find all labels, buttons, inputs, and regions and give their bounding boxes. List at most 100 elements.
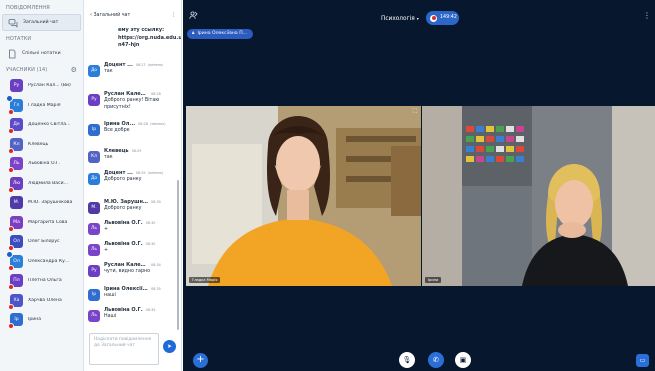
share-webcam-button[interactable]: ▣ [455, 352, 471, 368]
users-icon[interactable] [189, 11, 199, 22]
avatar-initials: Кл [91, 154, 97, 159]
avatar: Ол [6, 251, 23, 271]
user-list-item[interactable]: Гл Гладка Марія [0, 95, 83, 116]
chat-message-input[interactable]: Надіслати повідомлення до Загальний чат [89, 333, 159, 365]
avatar: Ір [88, 289, 100, 301]
users-section-header: УЧАСНИКИ (14) ⚙ [0, 65, 83, 76]
shared-notes-item[interactable]: Спільні нотатки [2, 45, 81, 62]
chat-menu-icon[interactable]: ⋮ [171, 13, 176, 18]
message-time: 08:34 [151, 263, 161, 267]
avatar: М. [88, 202, 100, 214]
presenter-badge: 🔒︎ Ірина Олексіївна П... [187, 29, 254, 39]
send-button[interactable]: ➤ [163, 340, 176, 353]
user-list-item[interactable]: Ол Олег Білорус [0, 232, 83, 252]
user-list-item[interactable]: Ль Львовіна О.Г. [0, 154, 83, 174]
message-text: + [104, 227, 109, 232]
avatar-initials: Ол [13, 239, 20, 245]
mic-muted-icon [8, 167, 14, 174]
mute-button[interactable]: 🎙︎ [399, 352, 415, 368]
message-time: 08:35 [151, 287, 161, 291]
action-bar: + 🎙︎ ✆ ▣ ▭ [183, 342, 655, 371]
meeting-title-text: Психологія [381, 16, 415, 22]
user-list-item[interactable]: Ха Харчва Олена [0, 291, 83, 311]
avatar-initials: Ір [91, 127, 97, 132]
message-body: Руслан Калени...08:28Доброго ранку! Віта… [104, 91, 176, 111]
user-list-item[interactable]: М. М.Ю. Зарушнікова [0, 193, 83, 213]
options-menu-icon[interactable]: ⋮ [643, 11, 651, 20]
user-list-item[interactable]: Лю Людмила Васи... [0, 174, 83, 194]
message-body: Доцент ... 08:27 (змінено) так [104, 62, 176, 77]
message-body: Доцент ... 08:29 (змінено) Доброго ранку [104, 170, 176, 185]
avatar: До [88, 173, 100, 185]
user-list-item[interactable]: Ол Олександра Ку... [0, 251, 83, 272]
avatar-initials: Ір [14, 317, 19, 323]
mic-muted-icon [8, 225, 14, 232]
message-body: Львовіна О.Г. 08:30 + [104, 241, 176, 256]
screen-share-icon: ▭ [639, 357, 646, 364]
avatar-initials: Ру [13, 83, 20, 89]
avatar: Кл [88, 151, 100, 163]
avatar-initials: Ма [13, 219, 20, 225]
recording-time: 149:42 [440, 15, 457, 20]
user-name: Харчва Олена [28, 297, 62, 303]
message-text: + [104, 248, 109, 253]
mic-muted-icon [8, 128, 14, 135]
message-edited: (змінено) [147, 63, 164, 67]
message-time: 08:30 [151, 200, 161, 204]
user-list-item[interactable]: Кл Клевець [0, 135, 83, 155]
message-body: Клевець 08:29 так [104, 148, 176, 163]
video-tile-1[interactable]: Гладка Марія ⛶ [186, 106, 421, 286]
video-label-2: Ірина [425, 277, 442, 283]
user-list-item[interactable]: Ма Маргарита Сова [0, 213, 83, 233]
avatar: Ль [88, 244, 100, 256]
mic-muted-icon [8, 108, 14, 115]
expand-icon[interactable]: ⛶ [413, 108, 417, 116]
send-icon: ➤ [166, 343, 173, 350]
notes-section-header: НОТАТКИ [6, 36, 32, 42]
message-text: так [104, 155, 113, 160]
chat-message: Ль Львовіна О.Г. 08:30 + [88, 241, 178, 256]
user-list-item[interactable]: Ір Ірина [0, 310, 83, 330]
user-name: Плетна Ольга [28, 278, 62, 284]
message-time: 08:28 [138, 122, 148, 126]
mic-muted-icon [8, 186, 14, 193]
chat-scrollbar[interactable] [177, 180, 179, 330]
avatar-initials: М. [91, 205, 97, 210]
message-text: Доброго ранку [104, 177, 142, 182]
avatar-initials: Ль [91, 313, 97, 318]
public-chat-item[interactable]: Загальний чат [2, 14, 81, 31]
avatar: Кл [8, 137, 23, 154]
leave-audio-button[interactable]: ✆ [428, 352, 444, 368]
message-time: 08:27 [135, 63, 146, 67]
avatar-initials: Пл [13, 278, 20, 284]
user-name: Гладка Марія [28, 102, 61, 108]
screen-share-button[interactable]: ▭ [636, 354, 649, 367]
message-body: Руслан Калени...08:34чути, видно гарно [104, 262, 176, 277]
avatar: Де [8, 118, 23, 135]
user-list-item[interactable]: Де Доценко Світла... [0, 115, 83, 135]
gear-icon[interactable]: ⚙ [71, 65, 77, 76]
message-body: М.Ю. Зарушнікова08:30Доброго ранку [104, 199, 176, 214]
user-name: Людмила Васи... [28, 180, 69, 186]
avatar-initials: Кл [13, 141, 20, 147]
user-list-item[interactable]: Пл Плетна Ольга [0, 271, 83, 291]
chat-header: ‹ Загальний чат ⋮ [85, 0, 181, 30]
shared-notes-label: Спільні нотатки [22, 51, 61, 56]
video-tile-2[interactable]: Ірина [422, 106, 655, 286]
phone-icon: ✆ [433, 356, 439, 364]
user-list-item[interactable]: Ру Руслан Кал... (Ви) [0, 76, 83, 96]
avatar: Ру [88, 265, 100, 277]
mic-muted-icon [8, 323, 14, 330]
chat-message: Ль Львовіна О.Г. 08:35 Наші [88, 307, 178, 322]
meeting-title[interactable]: Психологія ▾ [381, 16, 419, 22]
avatar-initials: Лю [12, 180, 21, 186]
recording-indicator[interactable]: 149:42 [426, 11, 459, 25]
mic-muted-icon [8, 264, 14, 271]
actions-button[interactable]: + [193, 353, 208, 368]
message-text: Наші [104, 314, 117, 319]
avatar-initials: Ру [91, 268, 97, 273]
public-chat-label: Загальний чат [23, 20, 59, 25]
chat-back-button[interactable]: ‹ Загальний чат [90, 13, 130, 18]
message-text: наші [104, 293, 116, 298]
avatar: Ль [88, 310, 100, 322]
